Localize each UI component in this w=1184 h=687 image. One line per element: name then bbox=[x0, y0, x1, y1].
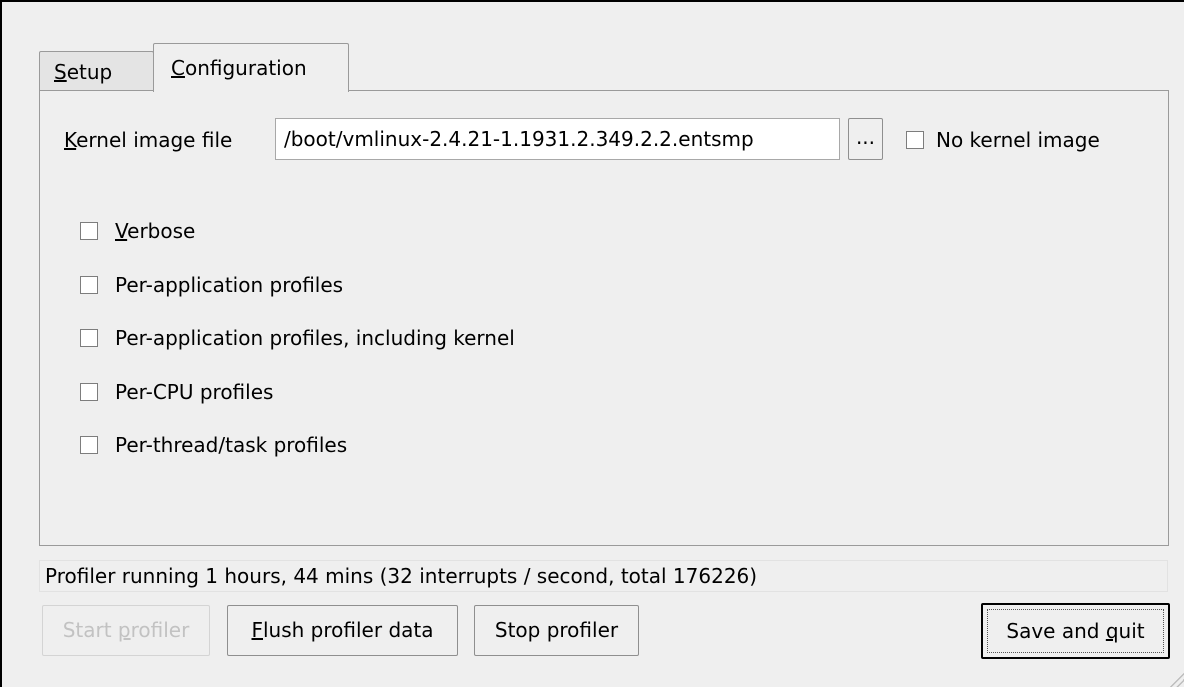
verbose-label-mnemonic: V bbox=[115, 219, 128, 243]
kernel-image-input[interactable]: /boot/vmlinux-2.4.21-1.1931.2.349.2.2.en… bbox=[275, 118, 840, 160]
start-profiler-label-mnemonic: p bbox=[117, 618, 131, 642]
save-quit-label-pre: Save and bbox=[1006, 619, 1106, 643]
stop-profiler-button[interactable]: Stop profiler bbox=[474, 605, 639, 656]
flush-profiler-data-button[interactable]: Flush profiler data bbox=[227, 605, 458, 656]
oprofile-config-window: Setup Configuration Kernel image file /b… bbox=[0, 0, 1184, 687]
tab-setup-mnemonic: S bbox=[54, 60, 67, 84]
start-profiler-button[interactable]: Start profiler bbox=[42, 605, 210, 656]
tab-configuration[interactable]: Configuration bbox=[153, 43, 349, 92]
per-cpu-profiles-checkbox-box[interactable] bbox=[80, 383, 98, 401]
kernel-image-label: Kernel image file bbox=[64, 128, 232, 152]
status-bar: Profiler running 1 hours, 44 mins (32 in… bbox=[39, 560, 1168, 592]
verbose-label: Verbose bbox=[115, 219, 195, 243]
save-quit-label-post: uit bbox=[1118, 619, 1145, 643]
kernel-image-label-text: ernel image file bbox=[76, 128, 233, 152]
save-quit-label-mnemonic: q bbox=[1105, 619, 1119, 643]
flush-profiler-label-mnemonic: F bbox=[251, 618, 263, 642]
per-application-kernel-checkbox-box[interactable] bbox=[80, 329, 98, 347]
kernel-image-label-mnemonic: K bbox=[64, 128, 77, 152]
tab-setup-label: etup bbox=[66, 60, 113, 84]
start-profiler-label-pre: Start bbox=[62, 618, 118, 642]
no-kernel-image-label: No kernel image bbox=[936, 128, 1100, 152]
resize-grip-icon[interactable] bbox=[1168, 671, 1184, 687]
flush-profiler-label-post: lush profiler data bbox=[263, 618, 434, 642]
save-and-quit-button[interactable]: Save and quit bbox=[981, 603, 1170, 659]
browse-kernel-button[interactable]: ... bbox=[848, 118, 883, 160]
tab-configuration-mnemonic: C bbox=[171, 56, 185, 80]
per-application-profiles-label: Per-application profiles bbox=[115, 273, 344, 297]
no-kernel-image-checkbox-box[interactable] bbox=[906, 131, 924, 149]
start-profiler-label-post: rofiler bbox=[130, 618, 190, 642]
per-thread-profiles-checkbox-box[interactable] bbox=[80, 436, 98, 454]
verbose-checkbox-box[interactable] bbox=[80, 222, 98, 240]
per-cpu-profiles-label: Per-CPU profiles bbox=[115, 380, 274, 404]
tab-configuration-label: onfiguration bbox=[184, 56, 307, 80]
verbose-label-text: erbose bbox=[127, 219, 196, 243]
per-application-profiles-checkbox-box[interactable] bbox=[80, 276, 98, 294]
per-application-kernel-label: Per-application profiles, including kern… bbox=[115, 326, 515, 350]
tab-setup[interactable]: Setup bbox=[39, 51, 154, 91]
per-thread-profiles-label: Per-thread/task profiles bbox=[115, 433, 348, 457]
